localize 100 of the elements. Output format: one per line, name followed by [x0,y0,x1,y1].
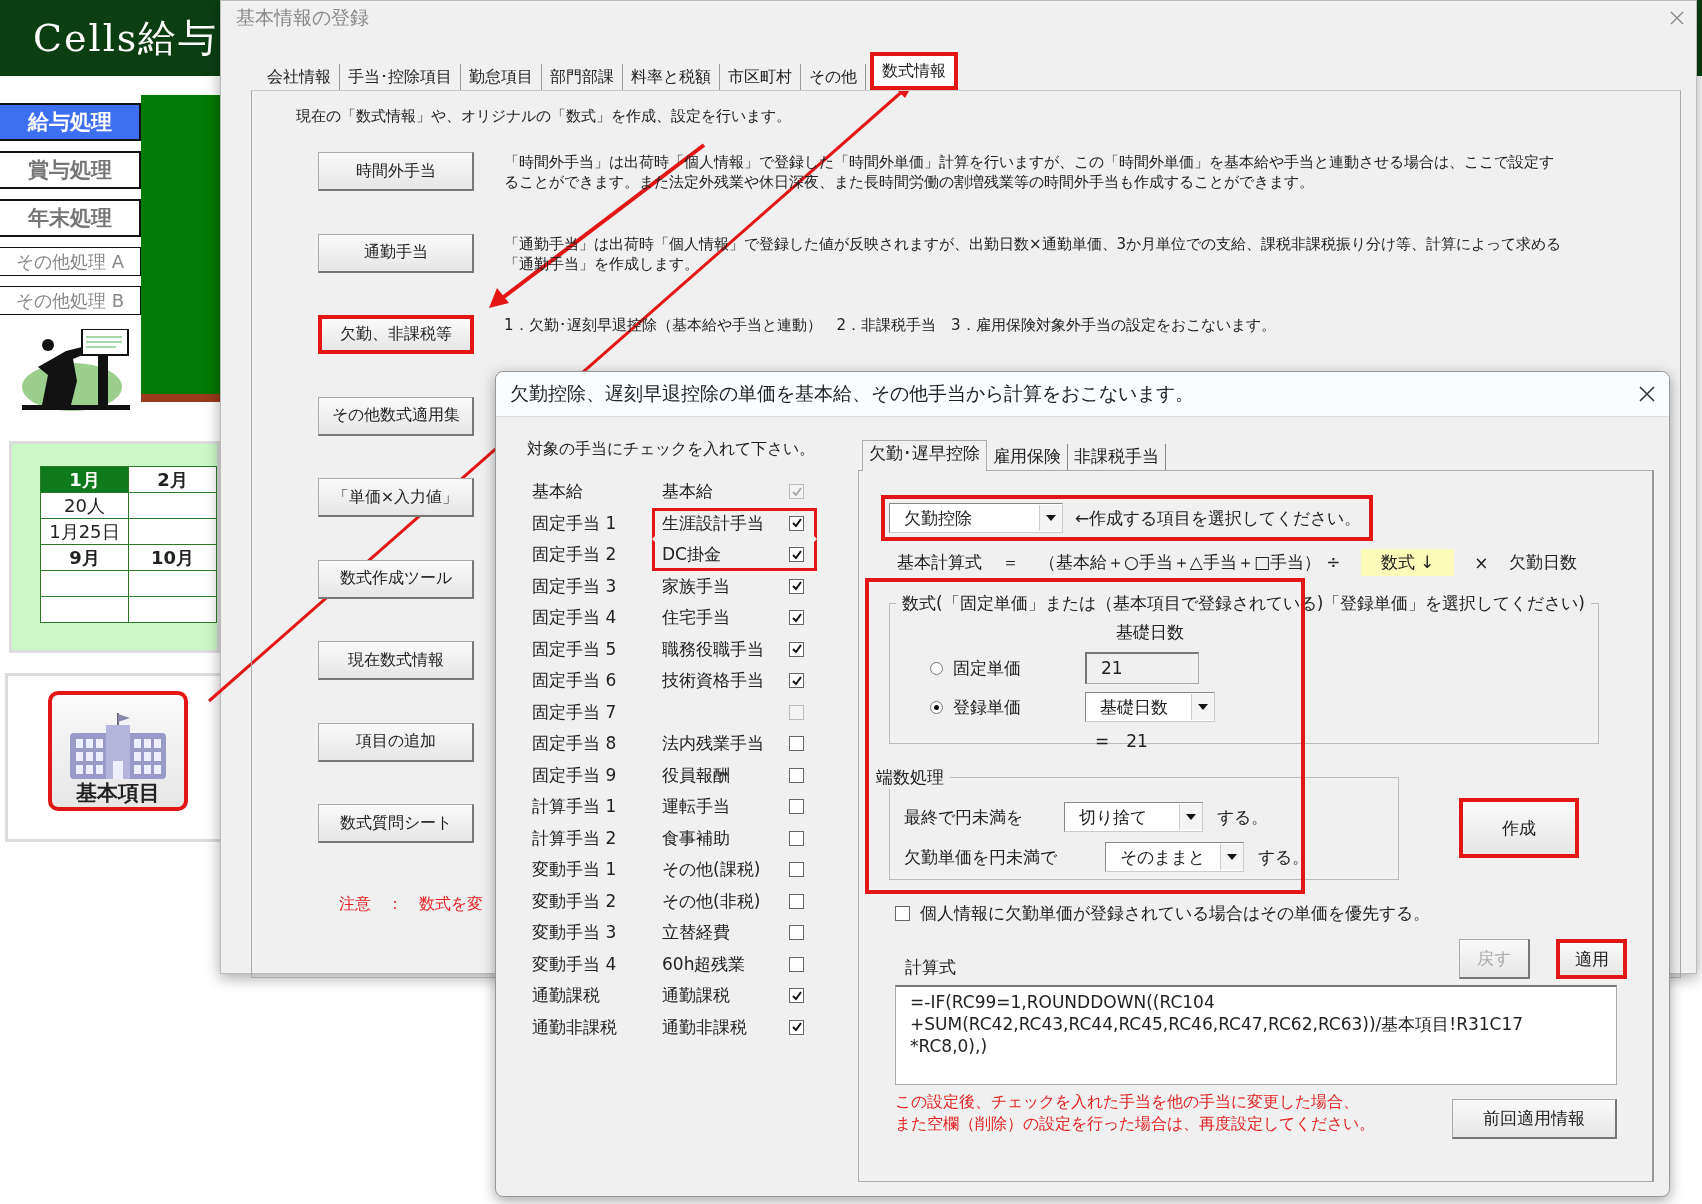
menu-item[interactable]: 年末処理 [0,199,141,237]
radio-option[interactable]: 登録単価 [930,695,1085,719]
allowance-name: 生涯設計手当 [662,512,764,533]
table-cell: 1月 [40,466,129,493]
allowance-name: 立替経費 [662,922,730,943]
formula-text: × [1474,552,1489,573]
allowance-name: 基本給 [662,481,713,502]
formula-button[interactable]: 現在数式情報 [318,641,474,680]
formula-text: 欠勤日数 [1508,551,1577,574]
formula-text: 基本計算式 [897,551,982,574]
field-label: 計算式 [905,957,956,977]
formula-badge: 数式 ↓ [1360,549,1455,576]
field-label: 欠勤単価を円未満で [904,845,1058,869]
result-text: = 21 [1094,730,1149,753]
master-data-button[interactable]: 基本項目 [48,691,188,811]
tab[interactable]: その他 [801,64,866,90]
allowance-name: その他(非税) [662,890,761,911]
slot-label: 固定手当 5 [531,637,618,661]
allowance-name: 住宅手当 [662,607,730,628]
apply-button[interactable]: 適用 [1556,939,1627,979]
formula-button[interactable]: 項目の追加 [318,722,474,762]
formula-button[interactable]: 時間外手当 [318,152,474,191]
formula-text: （基本給＋○手当＋△手当＋□手当） ÷ [1039,551,1341,574]
allowance-name: 法内残業手当 [662,733,764,754]
tab[interactable]: 数式情報 [870,52,958,90]
formula-button[interactable]: 欠勤、非課税等 [318,315,474,354]
formula-text: ＝ [1002,551,1019,574]
suffix-text: する。 [1258,845,1309,869]
allowance-name: 60h超残業 [662,953,746,974]
dropdown[interactable]: そのままと [1105,842,1244,872]
allowance-name: 食事補助 [662,827,730,848]
menu-item[interactable]: 賞与処理 [0,151,141,189]
slot-label: 固定手当 8 [531,732,618,756]
dropdown[interactable]: 基礎日数 [1085,692,1215,722]
formula-button[interactable]: 数式質問シート [318,804,474,843]
input-field[interactable]: 21 [1085,652,1199,684]
warning-text: 注意 ： 数式を変 [339,893,483,915]
table-cell: 9月 [40,544,129,571]
menu-item[interactable]: その他処理 B [0,286,141,315]
tab[interactable]: 勤怠項目 [461,64,542,90]
slot-label: 固定手当 9 [531,763,618,787]
column-header: 基礎日数 [1115,621,1185,644]
tab[interactable]: 料率と税額 [623,64,720,90]
slot-label: 固定手当 3 [531,574,618,598]
table-cell: 2月 [128,466,217,493]
table-cell: 1月25日 [40,518,129,545]
dropdown[interactable]: 切り捨て [1064,802,1203,832]
slot-label: 固定手当 7 [531,700,618,724]
create-button[interactable]: 作成 [1459,798,1579,858]
slot-label: 変動手当 2 [531,889,618,913]
app-logo: Cells給与 [33,14,219,62]
slot-label: 通勤非課税 [531,1015,618,1039]
previous-info-button[interactable]: 前回適用情報 [1452,1099,1617,1139]
allowance-name: その他(課税) [662,859,761,880]
allowance-name: 家族手当 [662,575,730,596]
tab[interactable]: 手当･控除項目 [340,64,461,90]
window-title: 基本情報の登録 [236,4,369,30]
hint-text: ←作成する項目を選択してください。 [1075,506,1362,530]
tab[interactable]: 会社情報 [259,64,340,90]
suffix-text: する。 [1217,805,1268,829]
slot-label: 基本給 [531,480,584,504]
radio-option[interactable]: 固定単価 [930,656,1085,680]
formula-field[interactable]: =-IF(RC99=1,ROUNDDOWN((RC104 +SUM(RC42,RC43,RC44,RC45,RC46,RC47,RC62,RC63))/基本項目!R31C17 *RC8,0),) [895,985,1617,1085]
instruction-text: 対象の手当にチェックを入れて下さい。 [527,439,816,460]
slot-label: 計算手当 1 [531,795,618,819]
allowance-name: 運転手当 [662,796,730,817]
slot-label: 変動手当 1 [531,858,618,882]
tab[interactable]: 雇用保険 [987,444,1068,470]
dropdown[interactable]: 欠勤控除 [889,503,1063,533]
slot-label: 通勤課税 [531,984,601,1008]
slot-label: 固定手当 1 [531,511,618,535]
tab[interactable]: 欠勤･遅早控除 [862,440,987,471]
formula-button[interactable]: 通勤手当 [318,233,474,273]
formula-button[interactable]: 「単価×入力値」 [318,478,474,517]
table-cell: 10月 [128,544,217,571]
intro-text: 現在の「数式情報」や、オリジナルの「数式」を作成、設定を行います。 [296,107,792,126]
allowance-name: 職務役職手当 [662,638,764,659]
allowance-name: 通勤非課税 [662,1016,747,1037]
formula-button[interactable]: その他数式適用集 [318,396,474,436]
tab[interactable]: 非課税手当 [1068,444,1166,470]
slot-label: 変動手当 4 [531,952,618,976]
slot-label: 固定手当 4 [531,606,618,630]
table-cell: 20人 [40,492,129,519]
field-label: 最終で円未満を [904,805,1024,829]
group-legend: 端数処理 [870,766,950,789]
checkbox-label: 個人情報に欠勤単価が登録されている場合はその単価を優先する。 [920,902,1430,925]
warning-text: この設定後、チェックを入れた手当を他の手当に変更した場合、 また空欄（削除）の設定を行った場合は、再度設定してください。 [895,1091,1375,1135]
tab[interactable]: 市区町村 [720,64,801,90]
allowance-name: 役員報酬 [662,764,730,785]
allowance-name: DC掛金 [662,544,721,565]
menu-item[interactable]: 給与処理 [0,103,141,141]
slot-label: 固定手当 6 [531,669,618,693]
allowance-name: 通勤課税 [662,985,730,1006]
slot-label: 固定手当 2 [531,543,618,567]
menu-item[interactable]: その他処理 A [0,247,141,276]
formula-button[interactable]: 数式作成ツール [318,559,474,599]
slot-label: 計算手当 2 [531,826,618,850]
allowance-name: 技術資格手当 [662,670,764,691]
slot-label: 変動手当 3 [531,921,618,945]
tab[interactable]: 部門部課 [542,64,623,90]
